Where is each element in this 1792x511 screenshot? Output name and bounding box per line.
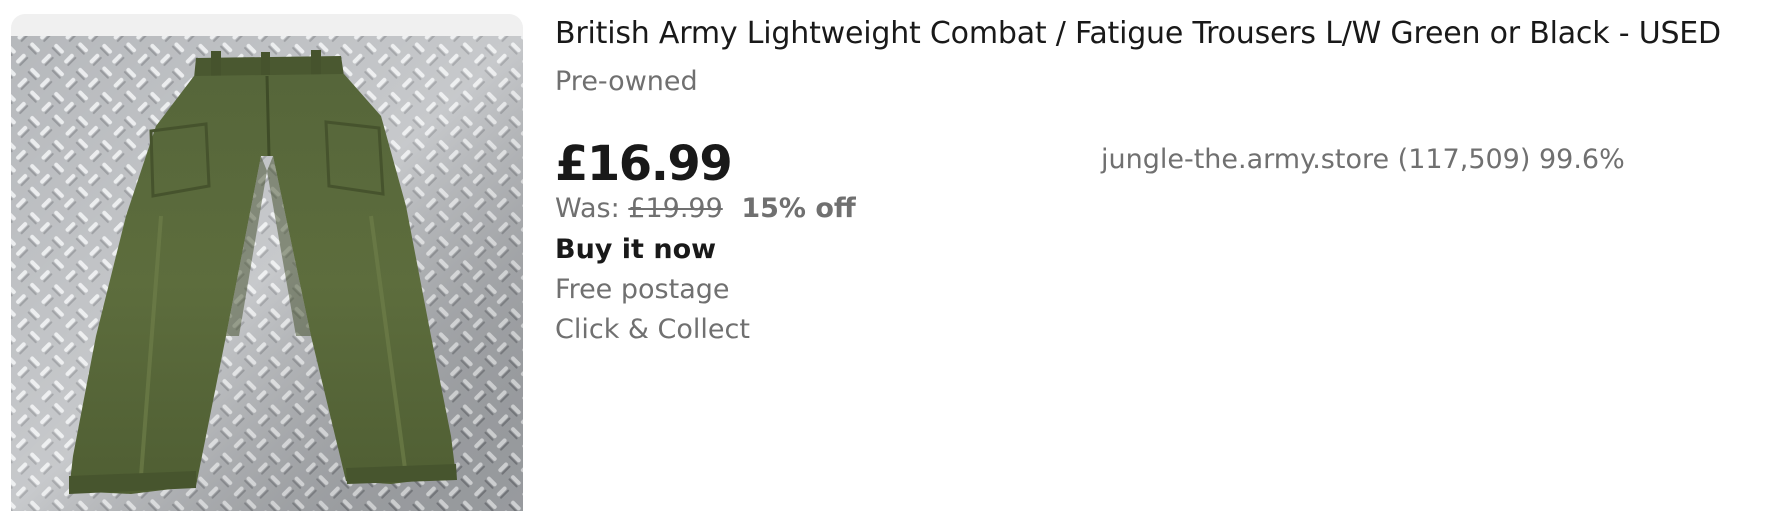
listing-card[interactable]: British Army Lightweight Combat / Fatigu…: [0, 0, 1792, 511]
product-image[interactable]: [11, 36, 523, 511]
original-price: £19.99: [628, 193, 723, 224]
current-price: £16.99: [555, 136, 733, 192]
postage-info: Free postage: [555, 274, 730, 305]
was-price-row: Was: £19.99 15% off: [555, 191, 856, 227]
listing-info: British Army Lightweight Combat / Fatigu…: [555, 0, 1792, 511]
discount-badge: 15% off: [741, 193, 856, 224]
listing-title[interactable]: British Army Lightweight Combat / Fatigu…: [555, 12, 1787, 56]
click-collect-info: Click & Collect: [555, 314, 750, 345]
seller-info: jungle-the.army.store (117,509) 99.6%: [1101, 144, 1625, 175]
buying-format: Buy it now: [555, 234, 717, 265]
product-image-frame[interactable]: [11, 14, 523, 511]
condition-label: Pre-owned: [555, 66, 698, 97]
was-label: Was:: [555, 193, 620, 224]
